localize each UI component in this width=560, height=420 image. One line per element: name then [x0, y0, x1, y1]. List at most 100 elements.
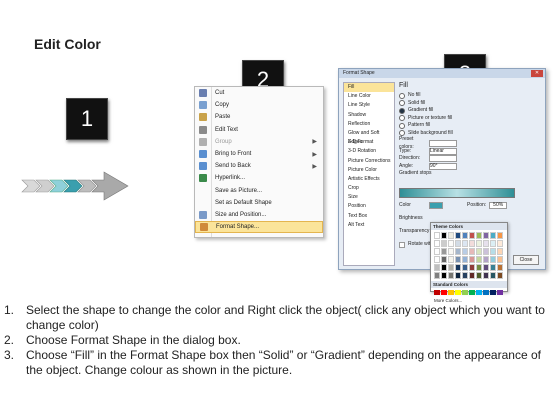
color-swatch[interactable] — [490, 264, 496, 271]
color-swatch[interactable] — [455, 256, 461, 263]
nav-item[interactable]: Picture Color — [344, 166, 394, 175]
color-swatch[interactable] — [483, 232, 489, 239]
nav-item[interactable]: Reflection — [344, 120, 394, 129]
nav-item[interactable]: 3-D Format — [344, 138, 394, 147]
color-swatch[interactable] — [455, 232, 461, 239]
color-swatch[interactable] — [434, 290, 440, 295]
color-swatch[interactable] — [434, 232, 440, 239]
position-field[interactable]: 50% — [489, 202, 508, 210]
color-swatch[interactable] — [476, 264, 482, 271]
color-swatch[interactable] — [441, 256, 447, 263]
color-swatch[interactable] — [490, 272, 496, 279]
color-swatch[interactable] — [448, 240, 454, 247]
color-swatch[interactable] — [434, 256, 440, 263]
color-swatch[interactable] — [483, 272, 489, 279]
color-swatch[interactable] — [497, 256, 503, 263]
color-swatch[interactable] — [469, 232, 475, 239]
nav-item[interactable]: Artistic Effects — [344, 175, 394, 184]
color-swatch[interactable] — [434, 272, 440, 279]
color-swatch[interactable] — [455, 264, 461, 271]
color-swatch[interactable] — [441, 240, 447, 247]
color-swatch[interactable] — [490, 240, 496, 247]
color-swatch[interactable] — [497, 264, 503, 271]
color-swatch[interactable] — [497, 272, 503, 279]
nav-item[interactable]: Fill — [344, 83, 394, 93]
color-swatch[interactable] — [448, 272, 454, 279]
color-swatch[interactable] — [462, 290, 468, 295]
color-swatch[interactable] — [448, 232, 454, 239]
color-swatch[interactable] — [497, 232, 503, 239]
color-swatch[interactable] — [462, 240, 468, 247]
color-swatch[interactable] — [448, 248, 454, 255]
close-button[interactable]: Close — [513, 255, 539, 265]
color-swatch[interactable] — [497, 240, 503, 247]
color-swatch[interactable] — [490, 290, 496, 295]
rotate-checkbox[interactable] — [399, 241, 405, 248]
color-swatch[interactable] — [483, 264, 489, 271]
color-swatch[interactable] — [469, 256, 475, 263]
close-icon[interactable]: ✕ — [531, 70, 543, 77]
menu-item[interactable]: Set as Default Shape — [195, 197, 323, 209]
nav-item[interactable]: Shadow — [344, 111, 394, 120]
color-swatch[interactable] — [441, 264, 447, 271]
color-swatch[interactable] — [462, 272, 468, 279]
color-swatch[interactable] — [441, 248, 447, 255]
nav-item[interactable]: Crop — [344, 184, 394, 193]
nav-item[interactable]: 3-D Rotation — [344, 147, 394, 156]
color-swatch[interactable] — [490, 248, 496, 255]
color-picker-button[interactable] — [429, 202, 443, 210]
fill-option-radio[interactable] — [399, 107, 405, 114]
color-swatch[interactable] — [455, 290, 461, 295]
menu-item[interactable]: Edit Text — [195, 124, 323, 136]
color-swatch[interactable] — [434, 264, 440, 271]
menu-item[interactable]: Format Shape... — [195, 221, 323, 234]
fill-option-radio[interactable] — [399, 115, 405, 122]
color-swatch[interactable] — [462, 248, 468, 255]
color-swatch[interactable] — [469, 272, 475, 279]
color-swatch[interactable] — [483, 256, 489, 263]
gradient-stops-bar[interactable] — [399, 188, 515, 198]
color-swatch[interactable] — [462, 256, 468, 263]
fill-option-radio[interactable] — [399, 92, 405, 99]
nav-item[interactable]: Position — [344, 202, 394, 211]
color-swatch[interactable] — [441, 290, 447, 295]
field-input[interactable] — [429, 140, 457, 148]
menu-item[interactable]: Save as Picture... — [195, 185, 323, 197]
fill-option-radio[interactable] — [399, 122, 405, 129]
menu-item[interactable]: Bring to Front ▶ — [195, 148, 323, 160]
color-swatch[interactable] — [448, 290, 454, 295]
nav-item[interactable]: Size — [344, 193, 394, 202]
color-swatch[interactable] — [469, 290, 475, 295]
menu-item[interactable]: Paste — [195, 111, 323, 123]
color-swatch[interactable] — [483, 248, 489, 255]
color-swatch[interactable] — [462, 232, 468, 239]
color-swatch[interactable] — [476, 248, 482, 255]
color-swatch[interactable] — [434, 248, 440, 255]
color-swatch[interactable] — [476, 240, 482, 247]
fill-option-radio[interactable] — [399, 100, 405, 107]
color-swatch[interactable] — [469, 240, 475, 247]
color-swatch[interactable] — [476, 290, 482, 295]
color-swatch[interactable] — [441, 232, 447, 239]
field-input[interactable] — [429, 155, 457, 163]
color-swatch[interactable] — [455, 272, 461, 279]
menu-item[interactable]: Copy — [195, 99, 323, 111]
color-swatch[interactable] — [497, 248, 503, 255]
color-swatch[interactable] — [462, 264, 468, 271]
color-swatch[interactable] — [448, 256, 454, 263]
nav-item[interactable]: Text Box — [344, 212, 394, 221]
color-swatch[interactable] — [476, 272, 482, 279]
field-input[interactable]: Linear — [429, 147, 457, 155]
nav-item[interactable]: Alt Text — [344, 221, 394, 230]
color-swatch[interactable] — [455, 248, 461, 255]
color-swatch[interactable] — [497, 290, 503, 295]
color-swatch[interactable] — [434, 240, 440, 247]
color-swatch[interactable] — [476, 232, 482, 239]
color-swatch[interactable] — [483, 240, 489, 247]
color-swatch[interactable] — [476, 256, 482, 263]
color-swatch[interactable] — [490, 256, 496, 263]
color-swatch[interactable] — [469, 264, 475, 271]
menu-item[interactable]: Cut — [195, 87, 323, 99]
nav-item[interactable]: Line Style — [344, 101, 394, 110]
menu-item[interactable]: Hyperlink... — [195, 172, 323, 184]
